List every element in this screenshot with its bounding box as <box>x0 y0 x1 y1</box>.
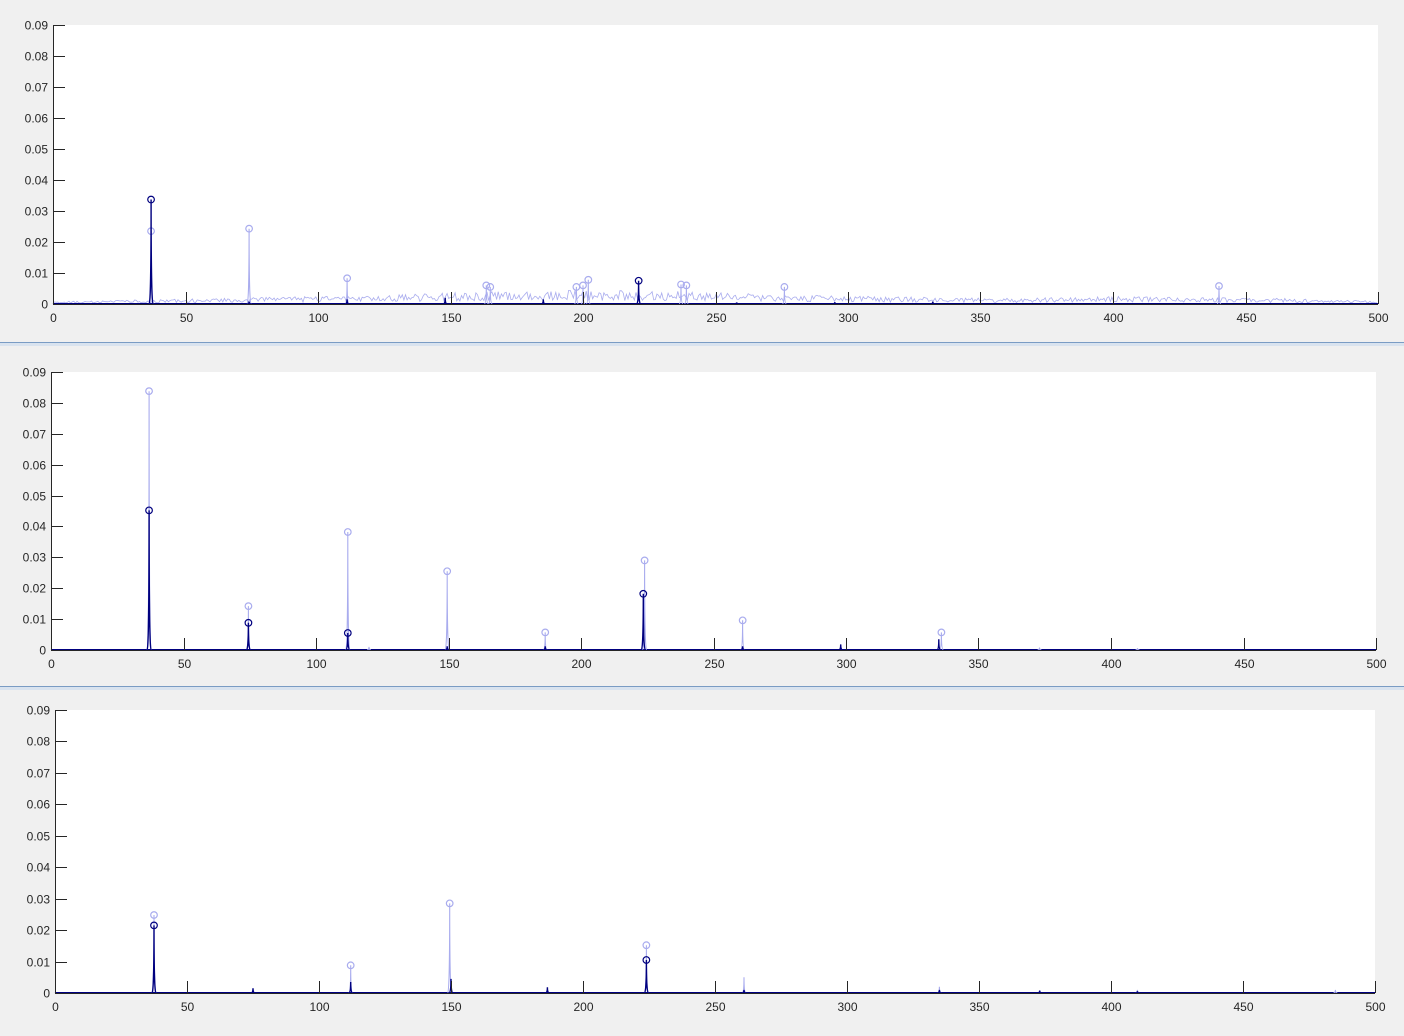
x-tick-label: 50 <box>180 311 194 325</box>
y-tick-label: 0 <box>43 987 50 1001</box>
plot-area <box>51 372 1376 650</box>
x-tick-label: 200 <box>571 657 591 671</box>
panel-2: 0 0.01 0.02 0.03 0.04 0.05 0.06 0.07 0.08 0.09 0 50… <box>0 346 1404 686</box>
y-tick-label: 0.08 <box>23 397 47 411</box>
x-tick-label: 50 <box>181 1000 195 1014</box>
x-tick-label: 150 <box>441 1000 461 1014</box>
x-tick-label: 450 <box>1234 657 1254 671</box>
x-tick-label: 400 <box>1103 311 1123 325</box>
x-tick-label: 200 <box>573 1000 593 1014</box>
y-tick-label: 0.09 <box>27 704 51 718</box>
y-tick-label: 0.04 <box>23 520 47 534</box>
x-tick-label: 0 <box>52 1000 59 1014</box>
y-tick-label: 0 <box>41 298 48 312</box>
x-tick-label: 500 <box>1366 657 1386 671</box>
panel-1: 0 0.01 0.02 0.03 0.04 0.05 0.06 0.07 0.08 0.09 0 50… <box>0 0 1404 342</box>
y-tick-label: 0.09 <box>23 366 47 380</box>
spectrum-chart-2: 0 0.01 0.02 0.03 0.04 0.05 0.06 0.07 0.08 0.09 0 50… <box>23 366 1387 672</box>
y-tick-label: 0.06 <box>25 112 49 126</box>
y-tick-label: 0.03 <box>23 551 47 565</box>
y-tick-label: 0.02 <box>25 236 49 250</box>
plot-area <box>55 710 1375 993</box>
x-tick-label: 450 <box>1236 311 1256 325</box>
y-tick-label: 0.02 <box>23 582 47 596</box>
y-tick-label: 0.05 <box>23 490 47 504</box>
y-tick-label: 0.07 <box>23 428 47 442</box>
y-tick-label: 0.04 <box>27 861 51 875</box>
y-tick-label: 0.05 <box>27 830 51 844</box>
x-tick-label: 100 <box>309 1000 329 1014</box>
y-tick-label: 0.03 <box>27 893 51 907</box>
x-tick-label: 300 <box>837 1000 857 1014</box>
panel-3: 0 0.01 0.02 0.03 0.04 0.05 0.06 0.07 0.08 0.09 0 50… <box>0 690 1404 1031</box>
x-tick-label: 500 <box>1365 1000 1385 1014</box>
spectrum-chart-1: 0 0.01 0.02 0.03 0.04 0.05 0.06 0.07 0.08 0.09 0 50… <box>25 19 1389 326</box>
x-tick-label: 300 <box>838 311 858 325</box>
y-tick-label: 0.06 <box>23 459 47 473</box>
x-tick-label: 250 <box>705 1000 725 1014</box>
x-tick-label: 50 <box>178 657 192 671</box>
y-tick-label: 0.02 <box>27 924 51 938</box>
y-tick-label: 0.08 <box>25 50 49 64</box>
plot-area <box>53 25 1378 304</box>
x-tick-label: 150 <box>441 311 461 325</box>
x-tick-label: 300 <box>836 657 856 671</box>
x-tick-label: 400 <box>1101 657 1121 671</box>
y-tick-label: 0.03 <box>25 205 49 219</box>
x-tick-label: 100 <box>306 657 326 671</box>
x-tick-label: 0 <box>48 657 55 671</box>
y-tick-label: 0.05 <box>25 143 49 157</box>
x-tick-label: 250 <box>704 657 724 671</box>
spectrum-chart-3: 0 0.01 0.02 0.03 0.04 0.05 0.06 0.07 0.08 0.09 0 50… <box>27 704 1386 1015</box>
y-tick-label: 0.01 <box>27 956 51 970</box>
x-tick-label: 200 <box>573 311 593 325</box>
x-tick-label: 350 <box>970 311 990 325</box>
y-tick-label: 0.01 <box>23 613 47 627</box>
y-tick-label: 0.01 <box>25 267 49 281</box>
y-tick-label: 0.09 <box>25 19 49 33</box>
x-tick-label: 250 <box>706 311 726 325</box>
x-tick-label: 0 <box>50 311 57 325</box>
x-tick-label: 150 <box>439 657 459 671</box>
y-tick-label: 0.07 <box>27 767 51 781</box>
y-tick-label: 0.04 <box>25 174 49 188</box>
y-tick-label: 0 <box>39 644 46 658</box>
x-tick-label: 100 <box>308 311 328 325</box>
x-tick-label: 450 <box>1233 1000 1253 1014</box>
y-tick-label: 0.07 <box>25 81 49 95</box>
x-tick-label: 400 <box>1101 1000 1121 1014</box>
x-tick-label: 500 <box>1368 311 1388 325</box>
y-tick-label: 0.08 <box>27 735 51 749</box>
x-tick-label: 350 <box>969 1000 989 1014</box>
y-tick-label: 0.06 <box>27 798 51 812</box>
x-tick-label: 350 <box>968 657 988 671</box>
